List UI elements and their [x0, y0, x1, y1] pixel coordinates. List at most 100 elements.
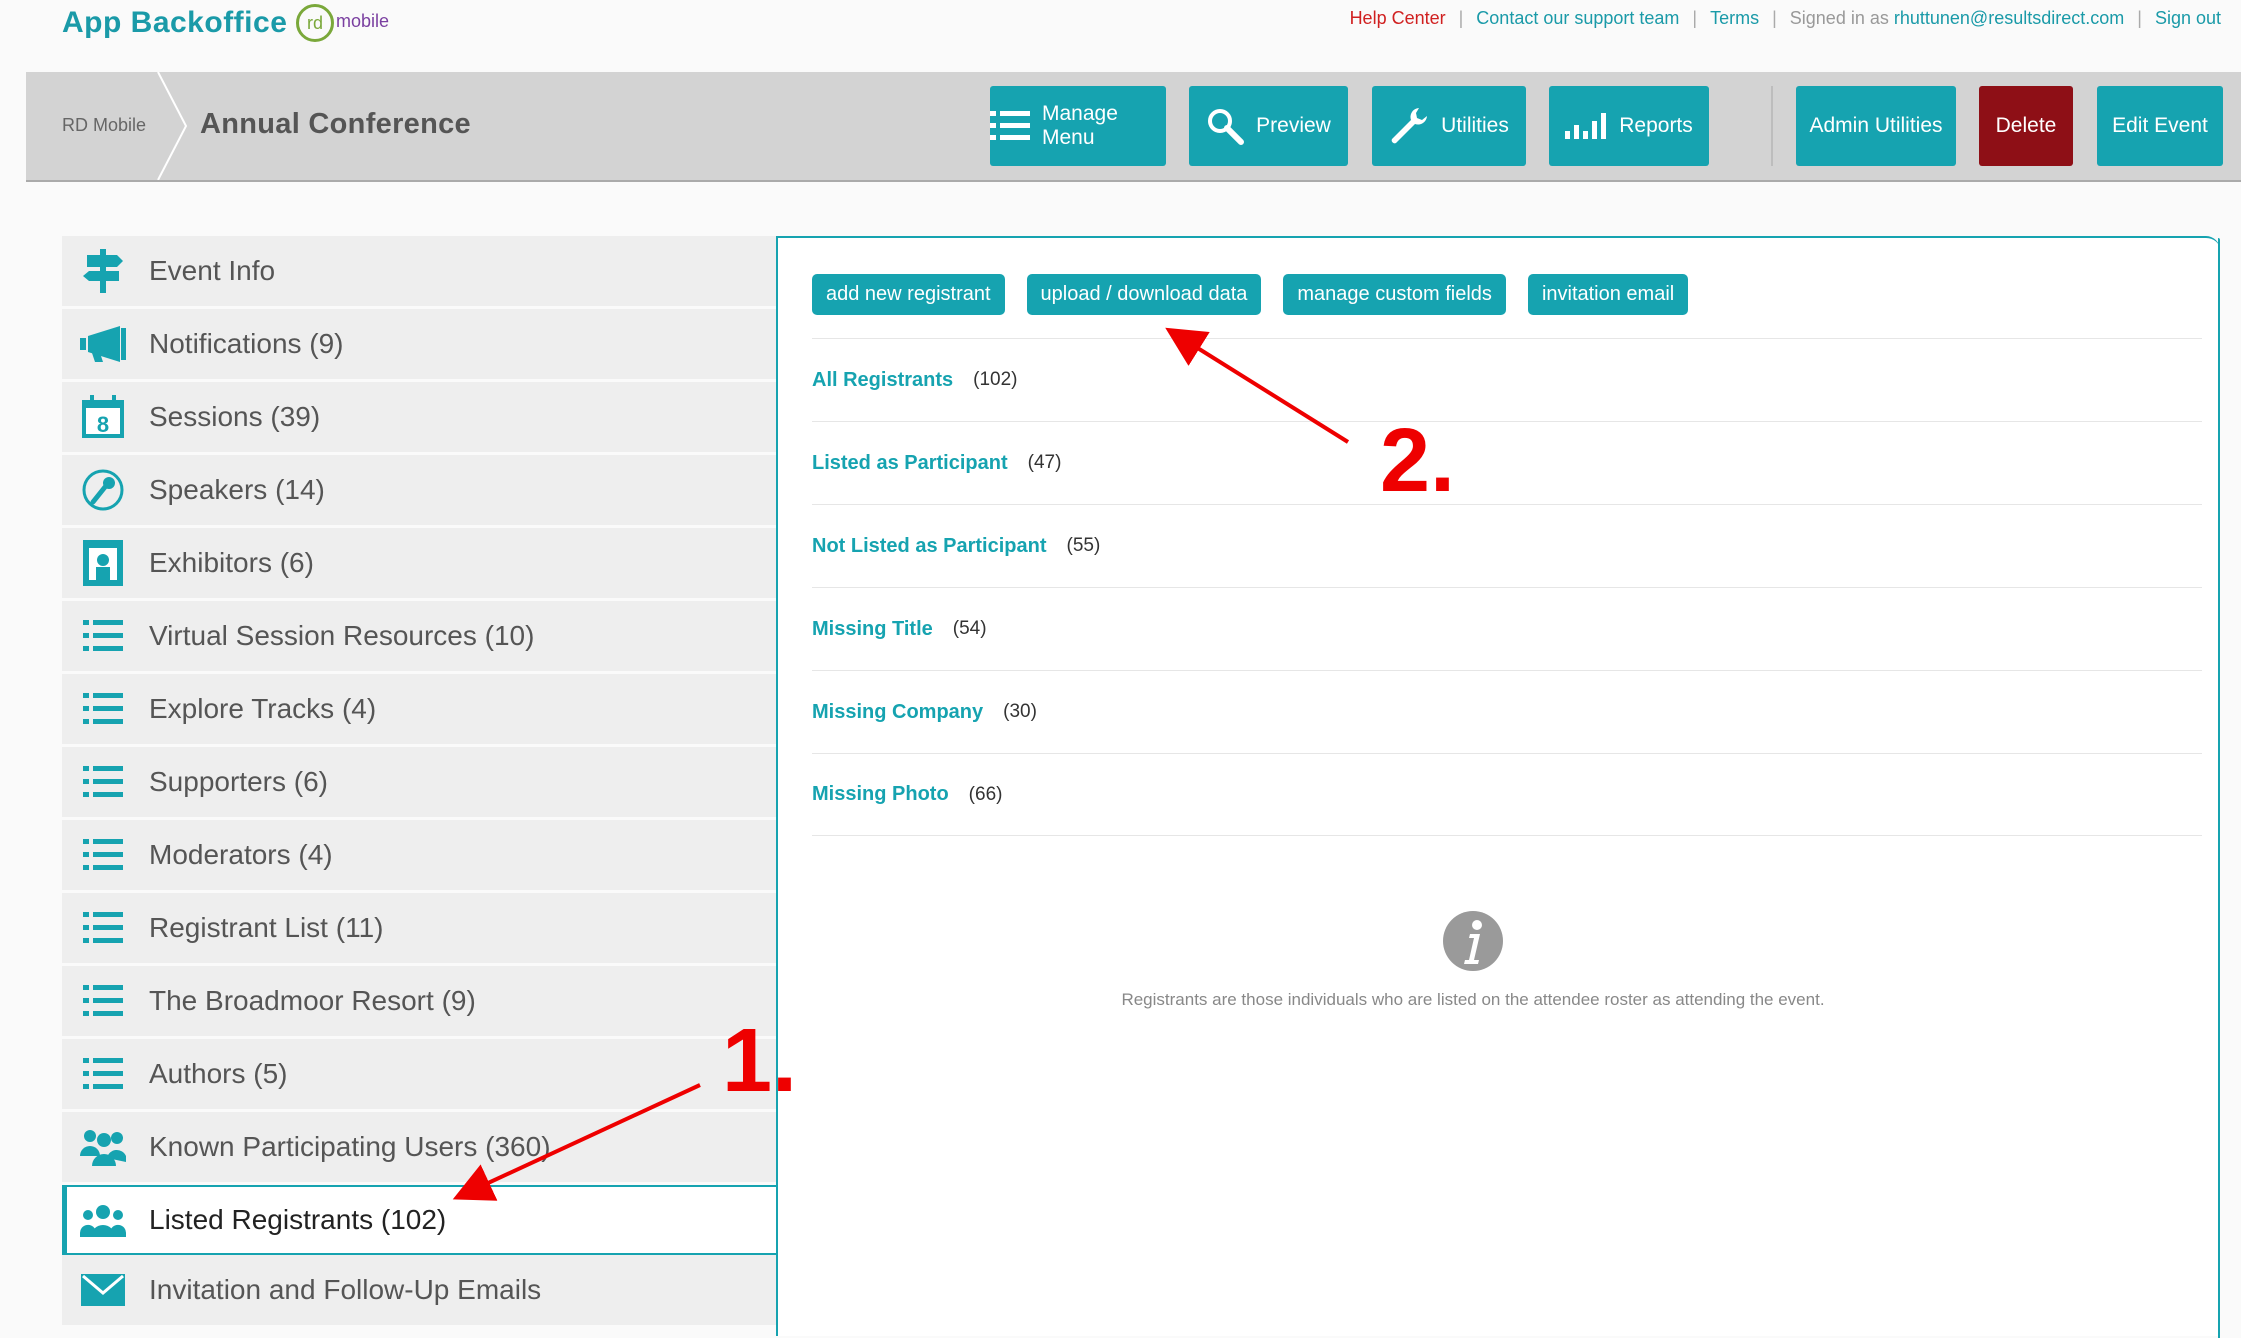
bar-chart-icon — [1565, 113, 1607, 139]
list-icon — [80, 1053, 126, 1095]
filter-row: Missing Company (30) — [812, 670, 2202, 753]
svg-text:8: 8 — [97, 412, 109, 437]
filter-count: (30) — [1003, 701, 1037, 722]
sidebar-item-invitation-emails[interactable]: Invitation and Follow-Up Emails — [62, 1255, 776, 1328]
info-text: Registrants are those individuals who ar… — [1121, 990, 1825, 1009]
sidebar-item-broadmoor-resort[interactable]: The Broadmoor Resort (9) — [62, 966, 776, 1039]
sidebar-item-label: Supporters (6) — [149, 766, 328, 797]
reports-label: Reports — [1619, 114, 1693, 137]
signpost-icon — [80, 249, 126, 293]
help-center-link[interactable]: Help Center — [1350, 8, 1446, 29]
registrants-panel: add new registrant upload / download dat… — [776, 236, 2220, 1338]
filter-row: Not Listed as Participant (55) — [812, 504, 2202, 587]
registrant-actions: add new registrant upload / download dat… — [812, 274, 1689, 315]
sidebar-item-known-participating-users[interactable]: Known Participating Users (360) — [62, 1112, 776, 1185]
list-icon — [80, 907, 126, 949]
filter-count: (55) — [1066, 535, 1101, 556]
list-icon — [80, 761, 126, 803]
event-sidebar-menu: Event Info Notifications (9) 8 Sessions … — [62, 236, 838, 1328]
microphone-icon — [80, 469, 126, 511]
manage-menu-button[interactable]: Manage Menu — [990, 86, 1166, 166]
add-new-registrant-button[interactable]: add new registrant — [812, 274, 1005, 315]
envelope-icon — [80, 1269, 126, 1311]
signed-in-label: Signed in as — [1789, 8, 1889, 28]
info-icon — [1442, 910, 1504, 972]
sidebar-item-label: Listed Registrants (102) — [149, 1204, 447, 1235]
sidebar-item-sessions[interactable]: 8 Sessions (39) — [62, 382, 776, 455]
filter-count: (102) — [973, 369, 1018, 390]
sidebar-item-label: Sessions (39) — [149, 401, 321, 432]
edit-event-button[interactable]: Edit Event — [2097, 86, 2223, 166]
sign-out-link[interactable]: Sign out — [2155, 8, 2221, 29]
sidebar-item-label: Authors (5) — [149, 1058, 288, 1089]
utilities-button[interactable]: Utilities — [1372, 86, 1526, 166]
filter-missing-photo-link[interactable]: Missing Photo — [812, 783, 949, 806]
preview-button[interactable]: Preview — [1189, 86, 1348, 166]
manage-custom-fields-button[interactable]: manage custom fields — [1283, 274, 1506, 315]
app-brand[interactable]: App Backoffice — [62, 6, 287, 40]
filter-missing-company-link[interactable]: Missing Company — [812, 701, 983, 724]
list-icon — [80, 834, 126, 876]
filter-row: Missing Title (54) — [812, 587, 2202, 670]
filter-not-listed-as-participant-link[interactable]: Not Listed as Participant — [812, 535, 1047, 558]
sidebar-item-authors[interactable]: Authors (5) — [62, 1039, 776, 1112]
list-icon — [80, 980, 126, 1022]
breadcrumb-root[interactable]: RD Mobile — [62, 115, 146, 136]
filter-count: (47) — [1027, 452, 1062, 473]
event-title: Annual Conference — [200, 108, 471, 140]
group-icon — [80, 1201, 126, 1243]
link-separator: | — [1772, 8, 1777, 28]
sidebar-item-label: Virtual Session Resources (10) — [149, 620, 535, 651]
reports-button[interactable]: Reports — [1549, 86, 1709, 166]
search-icon — [1206, 107, 1245, 145]
annotation-step-1: 1. — [722, 1011, 798, 1111]
filter-row: All Registrants (102) — [812, 338, 2202, 421]
sidebar-item-event-info[interactable]: Event Info — [62, 236, 776, 309]
sidebar-item-notifications[interactable]: Notifications (9) — [62, 309, 776, 382]
link-separator: | — [2137, 8, 2142, 28]
link-separator: | — [1692, 8, 1698, 28]
filter-all-registrants-link[interactable]: All Registrants — [812, 369, 953, 392]
utilities-label: Utilities — [1441, 114, 1509, 137]
wrench-icon — [1389, 106, 1429, 146]
annotation-step-2: 2. — [1380, 411, 1456, 511]
registrant-filter-list: All Registrants (102) Listed as Particip… — [812, 338, 2202, 836]
list-icon — [990, 110, 1030, 142]
delete-event-button[interactable]: Delete — [1979, 86, 2073, 166]
sidebar-item-registrant-list[interactable]: Registrant List (11) — [62, 893, 776, 966]
sidebar-item-label: Invitation and Follow-Up Emails — [149, 1274, 542, 1305]
users-icon — [80, 1126, 126, 1168]
admin-utilities-button[interactable]: Admin Utilities — [1796, 86, 1956, 166]
filter-listed-as-participant-link[interactable]: Listed as Participant — [812, 452, 1008, 475]
sidebar-item-label: Moderators (4) — [149, 839, 333, 870]
filter-count: (66) — [968, 783, 1003, 805]
support-link[interactable]: Contact our support team — [1476, 8, 1679, 29]
upload-download-data-button[interactable]: upload / download data — [1026, 274, 1262, 315]
sidebar-item-label: Exhibitors (6) — [149, 547, 314, 578]
sidebar-item-label: Event Info — [149, 255, 276, 286]
user-email-link[interactable]: rhuttunen@resultsdirect.com — [1894, 8, 2124, 29]
sidebar-item-supporters[interactable]: Supporters (6) — [62, 747, 776, 820]
sidebar-item-explore-tracks[interactable]: Explore Tracks (4) — [62, 674, 776, 747]
manage-menu-label: Manage Menu — [1042, 102, 1118, 149]
calendar-icon: 8 — [80, 395, 126, 438]
sidebar-item-moderators[interactable]: Moderators (4) — [62, 820, 776, 893]
link-separator: | — [1458, 8, 1464, 28]
sidebar-item-speakers[interactable]: Speakers (14) — [62, 455, 776, 528]
info-note: Registrants are those individuals who ar… — [1093, 910, 1853, 1014]
sidebar-item-exhibitors[interactable]: Exhibitors (6) — [62, 528, 776, 601]
sidebar-item-virtual-session-resources[interactable]: Virtual Session Resources (10) — [62, 601, 776, 674]
filter-row: Listed as Participant (47) — [812, 421, 2202, 504]
sidebar-item-label: Known Participating Users (360) — [149, 1131, 551, 1162]
filter-missing-title-link[interactable]: Missing Title — [812, 618, 933, 641]
sidebar-item-listed-registrants[interactable]: Listed Registrants (102) — [62, 1185, 838, 1255]
top-header: App Backoffice rd mobile Help Center | C… — [0, 0, 2241, 72]
sidebar-item-label: Registrant List (11) — [149, 912, 384, 943]
megaphone-icon — [80, 323, 126, 365]
sidebar-item-label: Explore Tracks (4) — [149, 693, 377, 724]
sidebar-item-label: Notifications (9) — [149, 328, 344, 359]
invitation-email-button[interactable]: invitation email — [1527, 274, 1689, 315]
terms-link[interactable]: Terms — [1710, 8, 1759, 29]
list-icon — [80, 615, 126, 657]
sidebar-item-label: Speakers (14) — [149, 474, 325, 505]
